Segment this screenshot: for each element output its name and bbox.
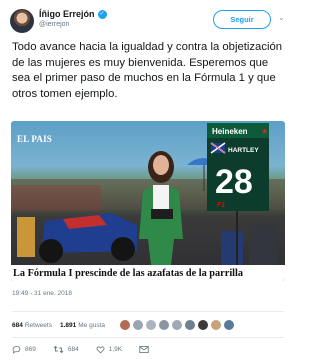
liker-avatar[interactable] — [197, 319, 209, 331]
divider — [12, 311, 284, 312]
sign-number: 28 — [215, 163, 253, 201]
retweet-label: Retweets — [24, 321, 52, 329]
tweet-text: Todo avance hacia la igualdad y contra l… — [12, 41, 283, 100]
liker-avatar[interactable] — [223, 319, 235, 331]
like-label: Me gusta — [78, 321, 105, 329]
avatar[interactable] — [10, 9, 34, 33]
reply-count: 869 — [25, 345, 36, 353]
author-name[interactable]: Íñigo Errejón — [39, 9, 95, 19]
reply-icon — [12, 345, 21, 354]
headline-banner: La Fórmula I prescinde de las azafatas d… — [11, 265, 285, 281]
tweet-image[interactable]: Heineken ★ HARTLEY 28 F1 EL PAIS La Fórm… — [11, 121, 285, 281]
liker-avatar[interactable] — [210, 319, 222, 331]
tweet-timestamp[interactable]: 19:49 - 31 ene. 2018 — [12, 290, 72, 297]
author-row: Íñigo Errejón ✓ — [39, 9, 107, 19]
envelope-icon — [139, 345, 149, 353]
like-count: 1.891 — [59, 321, 77, 329]
verified-badge-icon: ✓ — [97, 9, 107, 19]
retweet-stat[interactable]: 684 Retweets — [12, 322, 52, 329]
follow-button[interactable]: Seguir — [213, 10, 271, 29]
heart-icon — [96, 345, 105, 353]
liker-avatars — [119, 319, 236, 331]
sign-brand: Heineken — [212, 127, 248, 136]
liker-avatar[interactable] — [119, 319, 131, 331]
liker-avatar[interactable] — [184, 319, 196, 331]
engagement-stats: 684 Retweets 1.891 Me gusta — [12, 317, 236, 333]
like-stat[interactable]: 1.891 Me gusta — [60, 322, 105, 329]
reply-button[interactable]: 869 — [12, 345, 36, 354]
star-icon: ★ — [261, 127, 268, 136]
message-button[interactable] — [139, 345, 153, 354]
tweet-header: Íñigo Errejón ✓ @ierrejon Seguir ⌄ — [0, 0, 296, 38]
retweet-action-count: 684 — [67, 345, 79, 353]
divider — [12, 337, 284, 338]
liker-avatar[interactable] — [132, 319, 144, 331]
chevron-down-icon[interactable]: ⌄ — [278, 14, 286, 22]
author-handle[interactable]: @ierrejon — [39, 21, 69, 28]
retweet-icon — [53, 345, 64, 353]
retweet-button[interactable]: 684 — [53, 345, 79, 354]
tweet-actions: 869 684 1,9K — [12, 343, 172, 355]
like-action-count: 1,9K — [108, 345, 123, 353]
liker-avatar[interactable] — [145, 319, 157, 331]
like-button[interactable]: 1,9K — [96, 345, 122, 354]
sign-logo: F1 — [217, 202, 225, 209]
sign-driver: HARTLEY — [228, 147, 259, 154]
source-logo: EL PAIS — [17, 134, 52, 144]
photo-illustration: Heineken ★ HARTLEY 28 F1 — [11, 123, 285, 265]
liker-avatar[interactable] — [171, 319, 183, 331]
liker-avatar[interactable] — [158, 319, 170, 331]
retweet-count: 684 — [12, 321, 23, 329]
